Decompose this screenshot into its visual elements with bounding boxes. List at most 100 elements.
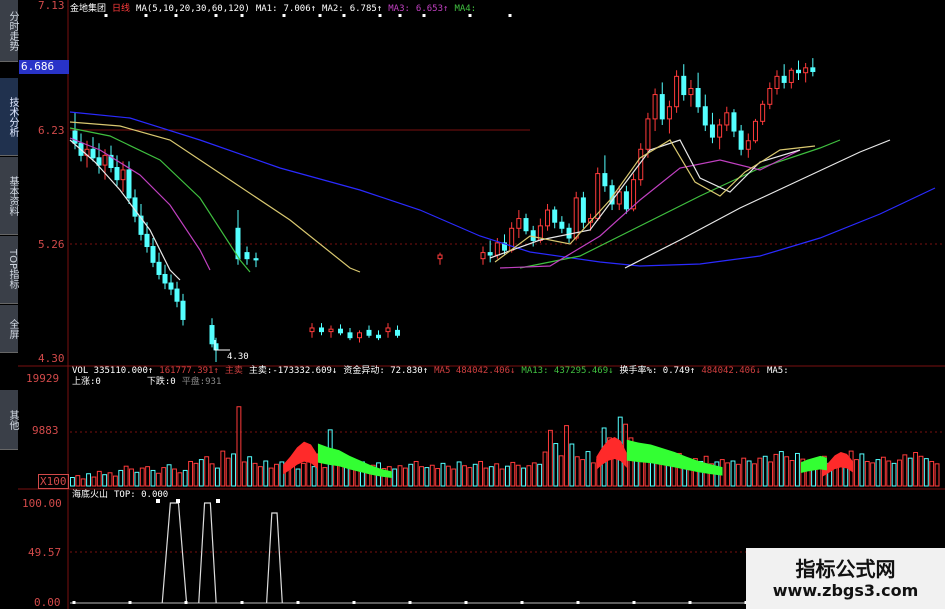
tab-other[interactable]: 其他	[0, 390, 18, 450]
volume-bar	[241, 461, 247, 487]
candle-body	[717, 124, 723, 138]
volume-money-inflow	[283, 441, 318, 475]
indicator-date-tick	[520, 601, 524, 604]
vol-ytick-mid: 9883	[32, 424, 59, 437]
turnover-readout: 换手率%: 0.749↑	[619, 366, 696, 376]
period-label: 日线	[112, 4, 131, 14]
volume-bar	[773, 453, 779, 487]
ma4-label: MA4:	[454, 4, 477, 14]
volume-bar	[188, 460, 194, 487]
candle-body	[328, 328, 334, 333]
candle-body	[347, 332, 353, 339]
candle-body	[731, 112, 737, 132]
candle-body	[602, 173, 608, 187]
volume-bar	[225, 457, 231, 487]
volume-bar	[735, 463, 741, 487]
volume-bar	[778, 451, 784, 487]
price-panel-header: 金地集团 日线 MA(5,10,20,30,60,120) MA1: 7.006↑ MA2…	[70, 3, 482, 15]
volume-bar	[102, 474, 108, 487]
volume-bar	[531, 462, 537, 487]
candle-body	[114, 167, 120, 181]
tab-intraday[interactable]: 分时走势	[0, 0, 18, 62]
volume-bar	[220, 450, 226, 487]
candle-body	[688, 88, 694, 96]
candle-body	[580, 197, 586, 223]
volume-bar	[322, 467, 328, 487]
low-price-marker: 4.30	[227, 352, 249, 362]
candle-body	[767, 88, 773, 105]
volume-bar	[166, 464, 172, 487]
volume-bar	[483, 467, 489, 487]
volume-bar	[902, 454, 908, 487]
volume-bar	[515, 464, 521, 487]
stock-chart-window: { "sidebar": { "tabs": [ {"label": "分时走势…	[0, 0, 945, 609]
ma2-label: MA2:	[322, 4, 344, 14]
volume-bar	[209, 463, 215, 487]
volume-bar	[462, 465, 467, 487]
volume-bar	[762, 455, 768, 487]
indicator-name: 海底火山	[72, 490, 109, 500]
candle-body	[253, 258, 259, 261]
flat-count: 平盘:931	[181, 377, 222, 387]
volume-bar	[564, 425, 569, 487]
indicator-date-tick	[688, 601, 692, 604]
volume-bar	[880, 456, 886, 487]
indicator-date-tick	[128, 601, 132, 604]
ma1-label: MA1:	[255, 4, 278, 14]
candle-body	[395, 329, 400, 336]
market-breadth: 上涨:0 下跌:0 平盘:931	[72, 377, 227, 388]
vol-sell-readout: 主卖:-173332.609↓	[248, 366, 338, 376]
tab-fullscreen[interactable]: 全屏	[0, 305, 18, 353]
price-ytick-bottom: 4.30	[38, 352, 65, 365]
volume-bar	[161, 467, 167, 487]
volume-bar	[215, 467, 220, 487]
volume-bar	[526, 465, 532, 487]
volume-bar	[864, 460, 870, 487]
candle-body	[102, 154, 108, 166]
volume-bar	[472, 463, 478, 487]
candle-body	[319, 327, 324, 333]
volume-bar	[494, 463, 500, 487]
volume-bar	[252, 462, 258, 487]
ma3-label: MA3:	[388, 4, 410, 14]
indicator-spike	[266, 512, 283, 604]
indicator-spike	[198, 502, 217, 604]
ma-params: MA(5,10,20,30,60,120)	[136, 4, 250, 14]
volume-bar	[402, 467, 408, 487]
volume-bar	[456, 461, 462, 487]
candle-body	[156, 261, 162, 275]
volume-bar	[923, 458, 929, 487]
indicator-top-readout: TOP: 0.000	[114, 490, 169, 500]
watermark-url: www.zbgs3.com	[772, 581, 919, 600]
candle-body	[803, 67, 809, 74]
volume-bar	[247, 456, 253, 487]
tab-top-indicator[interactable]: TOP指标	[0, 236, 18, 304]
site-watermark: 指标公式网 www.zbgs3.com	[746, 548, 945, 609]
indicator-date-tick	[184, 601, 188, 604]
vol-buy-label: 主卖	[224, 366, 243, 376]
candle-body	[90, 148, 96, 159]
candle-body	[162, 273, 168, 284]
volume-bar	[521, 467, 526, 487]
candle-body	[695, 88, 701, 108]
volume-bar	[499, 468, 505, 487]
candle-body	[126, 169, 132, 199]
indicator-signal-marker	[216, 499, 220, 503]
price-ytick-2: 6.23	[38, 124, 65, 137]
tab-technical-analysis[interactable]: 技术分析	[0, 78, 18, 156]
tab-fundamentals[interactable]: 基本资料	[0, 157, 18, 235]
volume-bar	[553, 443, 559, 487]
candle-body	[338, 328, 343, 334]
volume-bar	[505, 465, 510, 487]
indicator-signal-marker	[176, 499, 180, 503]
watermark-title: 指标公式网	[795, 557, 896, 581]
candle-body	[738, 130, 744, 150]
volume-bar	[392, 468, 398, 487]
candle-body	[516, 218, 522, 229]
volume-bar	[300, 462, 306, 487]
ma3-value: 6.653↑	[415, 4, 449, 14]
volume-bar	[435, 468, 441, 487]
volume-bar	[263, 460, 269, 487]
candle-body	[559, 221, 565, 229]
candle-body	[72, 130, 78, 144]
